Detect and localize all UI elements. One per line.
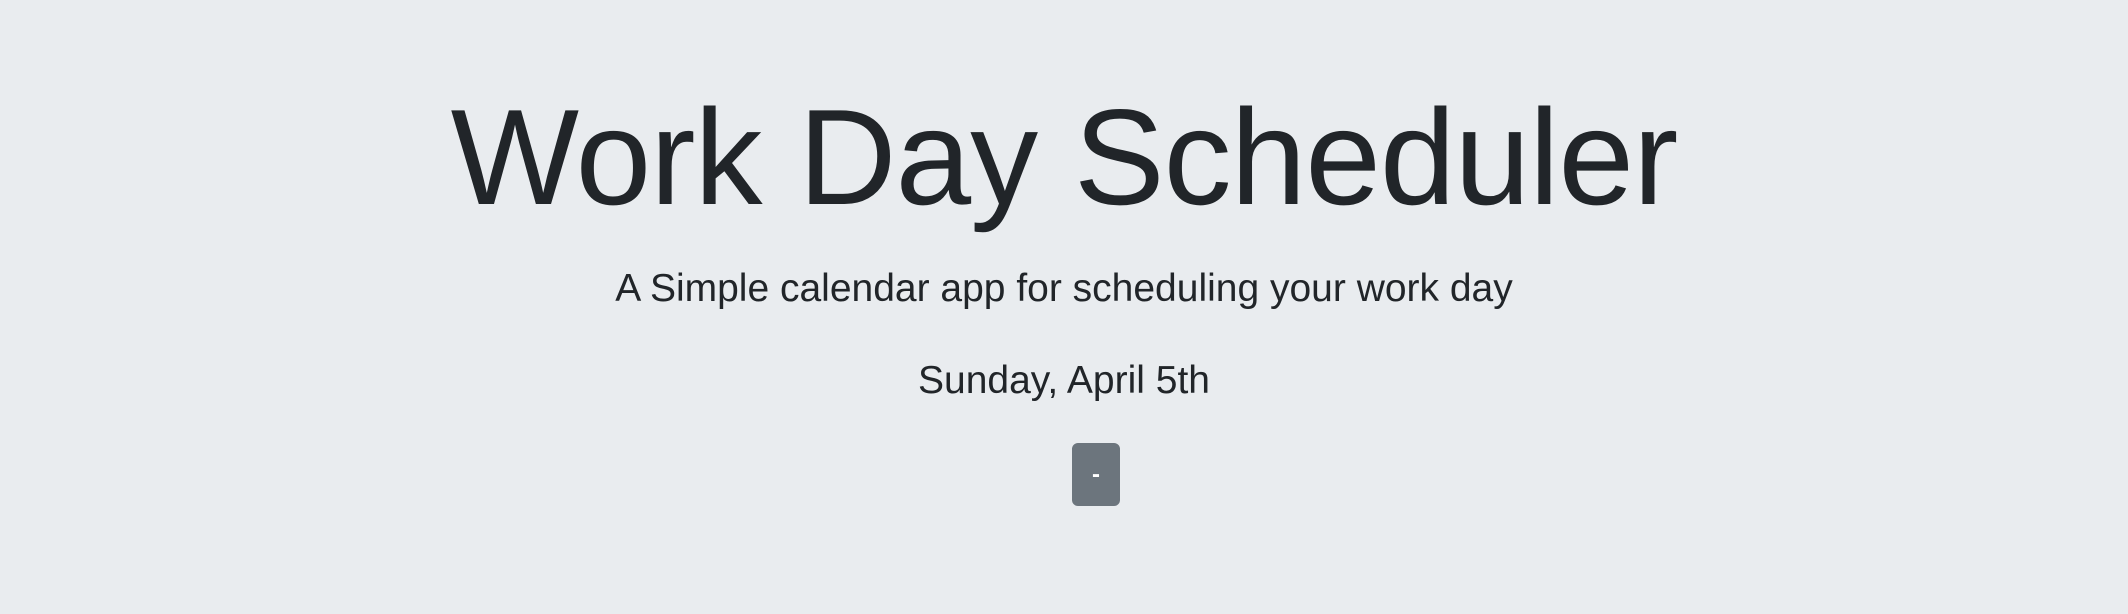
- header-jumbotron: Work Day Scheduler A Simple calendar app…: [0, 0, 2128, 614]
- clear-button[interactable]: -: [1072, 443, 1120, 506]
- current-day-label: Sunday, April 5th: [918, 359, 1210, 402]
- page-subtitle: A Simple calendar app for scheduling you…: [615, 267, 1513, 310]
- page-title: Work Day Scheduler: [450, 81, 1679, 233]
